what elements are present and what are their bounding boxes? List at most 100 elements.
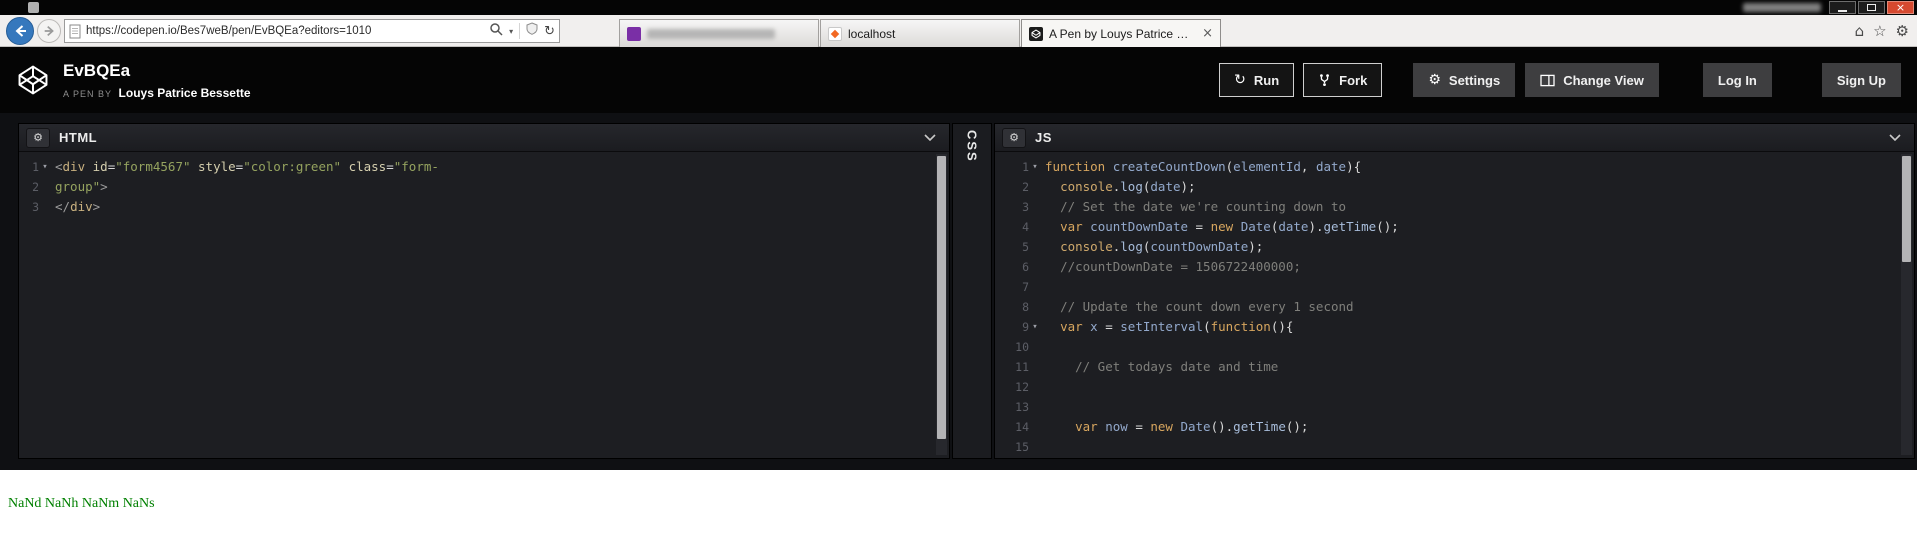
fold-gutter (39, 197, 51, 217)
sign-up-button[interactable]: Sign Up (1821, 63, 1901, 97)
fold-arrow-icon[interactable]: ▾ (1029, 157, 1041, 177)
code-line: 14 var now = new Date().getTime(); (995, 417, 1899, 437)
fold-gutter (1029, 257, 1041, 277)
editor-area: ⚙ HTML 1 ▾ <div id="form4567" style="color… (0, 113, 1917, 470)
code-line: 15 (995, 437, 1899, 457)
run-refresh-icon: ↻ (1234, 72, 1246, 88)
shield-icon (526, 22, 538, 40)
back-button[interactable] (6, 17, 34, 45)
fold-gutter (1029, 377, 1041, 397)
js-code-editor[interactable]: 1 ▾ function createCountDown(elementId, da… (995, 153, 1899, 457)
blurred-tab-title (647, 28, 775, 39)
fork-button[interactable]: Fork (1303, 63, 1383, 97)
fold-gutter (1029, 397, 1041, 417)
code-line: 2 console.log(date); (995, 177, 1899, 197)
code-line: 10 (995, 337, 1899, 357)
js-panel: ⚙ JS 1 ▾ function createCountDown(elementI… (994, 123, 1915, 459)
fold-arrow-icon[interactable]: ▾ (39, 157, 51, 177)
css-panel-collapsed[interactable]: CSS (952, 123, 992, 459)
fork-icon (1318, 73, 1331, 87)
tab-close-icon[interactable]: × (1202, 26, 1213, 41)
fold-gutter (1029, 337, 1041, 357)
forward-button[interactable] (37, 19, 61, 43)
autocomplete-caret-icon[interactable]: ▾ (509, 27, 513, 36)
js-panel-label: JS (1035, 130, 1052, 145)
tab-strip: localhost A Pen by Louys Patrice Bess...… (619, 19, 1222, 47)
css-panel-label: CSS (964, 130, 980, 163)
tools-gear-icon[interactable]: ⚙ (1896, 22, 1909, 40)
window-maximize-button[interactable] (1858, 1, 1885, 14)
code-line: 1 ▾ function createCountDown(elementId, da… (995, 157, 1899, 177)
codepen-header: EvBQEa A PEN BY Louys Patrice Bessette ↻… (0, 47, 1917, 113)
scrollbar-thumb[interactable] (937, 156, 946, 439)
change-view-button-label: Change View (1563, 72, 1644, 88)
pen-author-link[interactable]: Louys Patrice Bessette (119, 86, 251, 100)
browser-tab-pen-active[interactable]: A Pen by Louys Patrice Bess... × (1021, 19, 1221, 47)
countdown-output-text: NaNd NaNh NaNm NaNs (8, 496, 155, 511)
fold-gutter (1029, 237, 1041, 257)
fold-gutter (1029, 437, 1041, 457)
codepen-logo[interactable] (16, 63, 50, 97)
pen-byline: A PEN BY Louys Patrice Bessette (63, 86, 251, 100)
run-button[interactable]: ↻ Run (1219, 63, 1295, 97)
fold-gutter (1029, 417, 1041, 437)
url-text[interactable]: https://codepen.io/Bes7weB/pen/EvBQEa?ed… (86, 25, 485, 37)
html-editor-scrollbar[interactable] (936, 154, 947, 455)
code-line: 13 (995, 397, 1899, 417)
maximize-icon (1867, 4, 1876, 11)
layout-view-icon (1540, 74, 1555, 87)
code-line: 12 (995, 377, 1899, 397)
run-button-label: Run (1253, 72, 1280, 88)
code-line: 9 ▾ var x = setInterval(function(){ (995, 317, 1899, 337)
code-line: 8 // Update the count down every 1 secon… (995, 297, 1899, 317)
fold-gutter (1029, 357, 1041, 377)
code-line: 3 // Set the date we're counting down to (995, 197, 1899, 217)
refresh-icon[interactable]: ↻ (544, 24, 555, 39)
address-bar[interactable]: https://codepen.io/Bes7weB/pen/EvBQEa?ed… (64, 19, 560, 43)
fold-arrow-icon[interactable]: ▾ (1029, 317, 1041, 337)
browser-tab-localhost[interactable]: localhost (820, 19, 1020, 47)
js-collapse-chevron-icon[interactable] (1883, 129, 1907, 147)
header-actions: ↻ Run Fork ⚙ Settings Change View Log In… (1219, 63, 1901, 97)
fold-gutter (1029, 277, 1041, 297)
log-in-button-label: Log In (1717, 72, 1757, 88)
window-close-button[interactable]: × (1887, 1, 1914, 14)
fold-gutter (1029, 217, 1041, 237)
code-line: 1 ▾ <div id="form4567" style="color:green"… (19, 157, 934, 177)
code-line: 7 (995, 277, 1899, 297)
home-icon[interactable]: ⌂ (1855, 22, 1865, 40)
window-titlebar: × (0, 0, 1917, 15)
html-settings-gear-icon[interactable]: ⚙ (26, 127, 50, 148)
divider (519, 23, 521, 39)
js-editor-scrollbar[interactable] (1901, 154, 1912, 455)
browser-window: × https://codepen.io/Bes7weB/pen/EvBQEa?… (0, 0, 1917, 537)
js-panel-header: ⚙ JS (995, 124, 1914, 152)
change-view-button[interactable]: Change View (1525, 63, 1659, 97)
log-in-button[interactable]: Log In (1702, 63, 1772, 97)
forward-arrow-icon (44, 25, 54, 37)
favorites-star-icon[interactable]: ☆ (1873, 22, 1886, 40)
fold-gutter (1029, 197, 1041, 217)
code-line: 2 group"> (19, 177, 934, 197)
browser-tab-blurred[interactable] (619, 19, 819, 47)
html-panel-header: ⚙ HTML (19, 124, 949, 152)
byline-prefix: A PEN BY (63, 88, 113, 99)
code-line: 11 // Get todays date and time (995, 357, 1899, 377)
back-arrow-icon (15, 25, 26, 37)
pen-title-block: EvBQEa A PEN BY Louys Patrice Bessette (63, 61, 251, 100)
gear-icon: ⚙ (1428, 72, 1441, 88)
search-icon[interactable] (489, 22, 503, 41)
minimize-icon (1838, 10, 1847, 12)
js-settings-gear-icon[interactable]: ⚙ (1002, 127, 1026, 148)
window-minimize-button[interactable] (1829, 1, 1856, 14)
scrollbar-thumb[interactable] (1902, 156, 1911, 262)
app-icon (28, 2, 39, 13)
html-collapse-chevron-icon[interactable] (918, 129, 942, 147)
fold-gutter (1029, 177, 1041, 197)
tab-favicon (627, 26, 641, 41)
address-bar-icons: ▾ ↻ (485, 22, 555, 41)
html-code-editor[interactable]: 1 ▾ <div id="form4567" style="color:green"… (19, 153, 934, 457)
codepen-favicon (1029, 26, 1043, 41)
settings-button[interactable]: ⚙ Settings (1413, 63, 1516, 97)
tab-title: localhost (848, 26, 896, 41)
